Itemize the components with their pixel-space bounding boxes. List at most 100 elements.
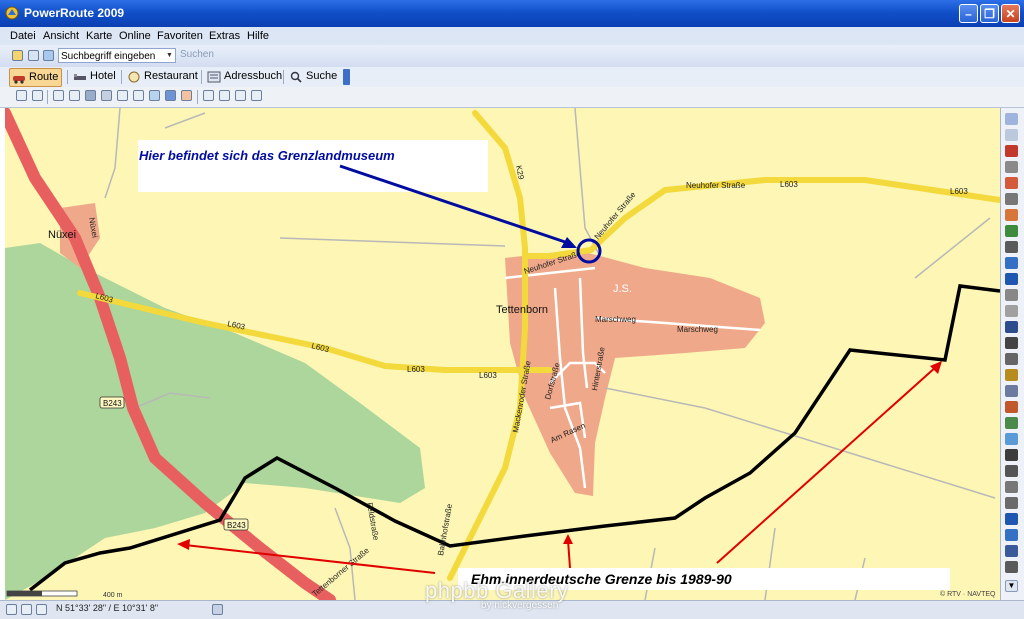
people-icon[interactable] (1005, 241, 1018, 253)
museum-icon[interactable] (1005, 161, 1018, 173)
map-icon[interactable] (165, 90, 176, 101)
toolbar-overflow-icon[interactable] (343, 69, 350, 85)
folder-icon[interactable] (12, 50, 23, 61)
title-bar: PowerRoute 2009 – ❐ ✕ (0, 0, 1024, 27)
bicycle-icon[interactable] (1005, 497, 1018, 509)
hotel-button[interactable]: Hotel (71, 68, 119, 85)
tree-icon[interactable] (1005, 225, 1018, 237)
shop-icon[interactable] (1005, 209, 1018, 221)
view-mode-icon-1[interactable] (6, 604, 17, 615)
js-label: J.S. (613, 283, 632, 295)
restaurant-poi-icon[interactable] (1005, 353, 1018, 365)
poi-toolbar: ▼ (1000, 108, 1024, 600)
menu-ansicht[interactable]: Ansicht (43, 30, 79, 42)
measure-icon[interactable] (235, 90, 246, 101)
suche-button[interactable]: Suche (287, 68, 340, 85)
toolbar-separator (47, 90, 48, 104)
toolbar-separator (283, 70, 284, 84)
neuhofer-strasse-label-east: Neuhofer Straße (686, 181, 746, 190)
l603-label-south: L603 (407, 365, 425, 374)
fuel-icon[interactable] (1005, 401, 1018, 413)
parking-icon[interactable] (1005, 513, 1018, 525)
search-button[interactable]: Suchen (180, 49, 214, 60)
minimize-button[interactable]: – (959, 4, 978, 23)
satellite-icon[interactable] (212, 604, 223, 615)
scroll-down-icon[interactable]: ▼ (1005, 580, 1018, 592)
camping-icon[interactable] (1005, 337, 1018, 349)
zoom-out-icon[interactable] (69, 90, 80, 101)
warning-icon[interactable] (181, 90, 192, 101)
b243-shield-2: B243 (223, 518, 249, 531)
info-icon[interactable] (1005, 273, 1018, 285)
sports-icon[interactable] (1005, 289, 1018, 301)
bus-icon[interactable] (1005, 529, 1018, 541)
magnifier-icon (290, 71, 302, 83)
print-map-icon[interactable] (32, 90, 43, 101)
forward-icon[interactable] (101, 90, 112, 101)
close-button[interactable]: ✕ (1001, 4, 1020, 23)
svg-text:B243: B243 (103, 399, 122, 408)
tools-icon[interactable] (219, 90, 230, 101)
suche-label: Suche (306, 70, 338, 82)
drink-icon[interactable] (1005, 433, 1018, 445)
hide-icon[interactable] (1005, 129, 1018, 141)
marschweg-label-2: Marschweg (677, 325, 718, 334)
window-title: PowerRoute 2009 (24, 6, 125, 20)
camera-icon[interactable] (1005, 193, 1018, 205)
restaurant-button[interactable]: Restaurant (125, 68, 201, 85)
l603-label-town: L603 (479, 371, 497, 380)
gallery-watermark-credit: by nickvergessen (481, 600, 559, 611)
pin-icon[interactable] (1005, 145, 1018, 157)
house-icon[interactable] (1005, 257, 1018, 269)
triangle-icon[interactable] (1005, 177, 1018, 189)
b243-shield-1: B243 (99, 396, 125, 409)
hotel-label: Hotel (90, 70, 116, 82)
fit-icon[interactable] (117, 90, 128, 101)
coordinates-readout: N 51°33' 28" / E 10°31' 8" (56, 603, 159, 613)
visibility-icon[interactable] (1005, 113, 1018, 125)
bread-icon[interactable] (1005, 369, 1018, 381)
l603-label-east-2: L603 (780, 180, 798, 189)
menu-karte[interactable]: Karte (86, 30, 112, 42)
back-icon[interactable] (85, 90, 96, 101)
maximize-button[interactable]: ❐ (980, 4, 999, 23)
search-dropdown-icon[interactable]: ▼ (166, 49, 175, 62)
adressbuch-label: Adressbuch (224, 70, 283, 82)
car-poi-icon[interactable] (1005, 561, 1018, 573)
gps-icon[interactable] (251, 90, 262, 101)
menu-hilfe[interactable]: Hilfe (247, 30, 269, 42)
save-icon[interactable] (43, 50, 54, 61)
toolbar-separator (121, 70, 122, 84)
zoom-in-icon[interactable] (53, 90, 64, 101)
menu-online[interactable]: Online (119, 30, 151, 42)
restaurant-label: Restaurant (144, 70, 198, 82)
building-icon[interactable] (1005, 385, 1018, 397)
map-view[interactable]: K29 L603 L603 Neuhofer Straße Neuhofer S… (5, 108, 1000, 600)
train-icon[interactable] (1005, 545, 1018, 557)
view-mode-icon-2[interactable] (21, 604, 32, 615)
map-canvas[interactable]: K29 L603 L603 Neuhofer Straße Neuhofer S… (5, 108, 1000, 600)
adressbuch-button[interactable]: Adressbuch (205, 68, 285, 85)
app-icon (5, 6, 19, 20)
mountain-icon[interactable] (1005, 465, 1018, 477)
ball-icon[interactable] (1005, 305, 1018, 317)
menu-favoriten[interactable]: Favoriten (157, 30, 203, 42)
layers-icon[interactable] (149, 90, 160, 101)
view-mode-icon-3[interactable] (36, 604, 47, 615)
football-icon[interactable] (1005, 449, 1018, 461)
menu-bar: Datei Ansicht Karte Online Favoriten Ext… (0, 27, 1024, 45)
map-toolbar (0, 87, 1024, 108)
menu-extras[interactable]: Extras (209, 30, 240, 42)
save-map-icon[interactable] (16, 90, 27, 101)
print-icon[interactable] (28, 50, 39, 61)
route-button[interactable]: Route (9, 68, 63, 87)
menu-datei[interactable]: Datei (10, 30, 36, 42)
cinema-icon[interactable] (1005, 417, 1018, 429)
pan-icon[interactable] (133, 90, 144, 101)
toolbar-separator (197, 90, 198, 104)
boot-icon[interactable] (1005, 321, 1018, 333)
search-input[interactable]: Suchbegriff eingeben (58, 48, 176, 63)
golf-icon[interactable] (1005, 481, 1018, 493)
list-icon[interactable] (203, 90, 214, 101)
museum-annotation-text: Hier befindet sich das Grenzlandmuseum (139, 148, 395, 163)
